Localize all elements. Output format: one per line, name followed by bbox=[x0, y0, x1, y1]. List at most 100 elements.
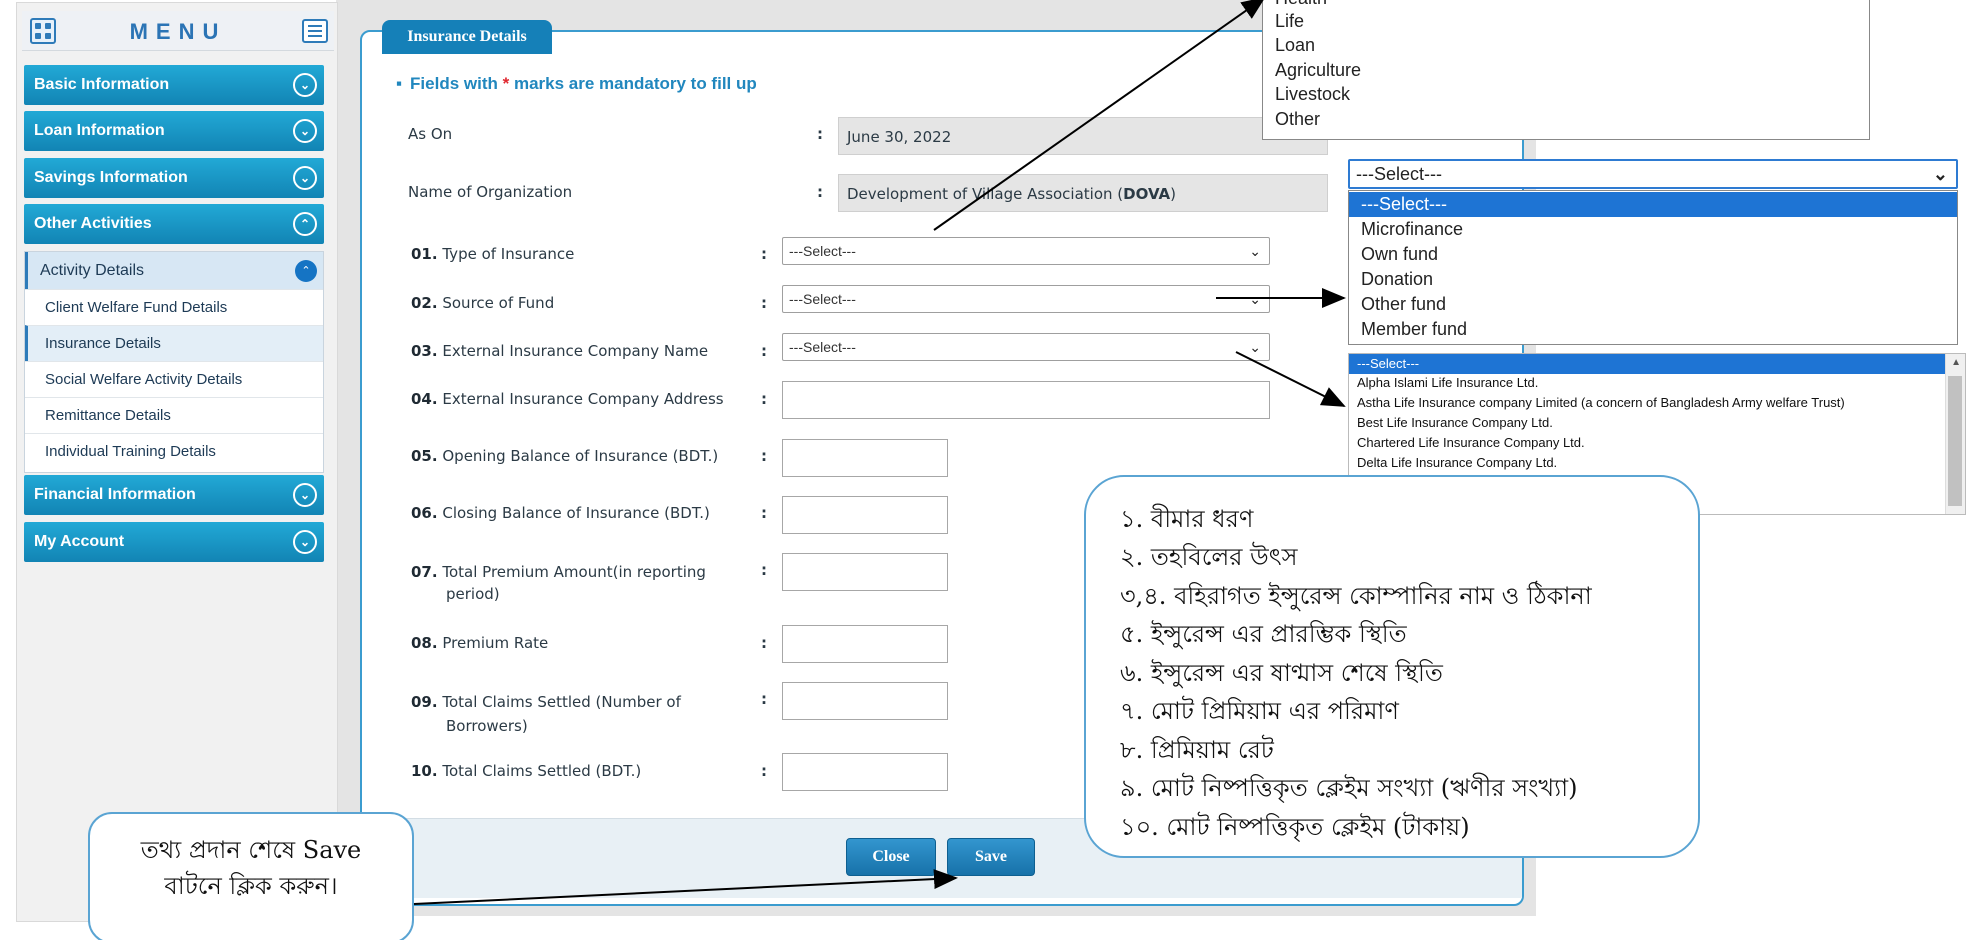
as-on-field: June 30, 2022 bbox=[838, 117, 1328, 155]
sidebar-item-other-activities[interactable]: Other Activities ⌃ bbox=[24, 204, 324, 244]
chevron-down-icon: ⌄ bbox=[293, 483, 317, 507]
dropdown-option[interactable]: Delta Life Insurance Company Ltd. bbox=[1349, 453, 1945, 473]
total-premium-input[interactable] bbox=[782, 553, 948, 591]
chevron-down-icon: ⌄ bbox=[293, 73, 317, 97]
field-label-closing-balance: 06. Closing Balance of Insurance (BDT.) bbox=[411, 504, 710, 522]
submenu-item-individual-training[interactable]: Individual Training Details bbox=[25, 433, 323, 469]
dropdown-option[interactable]: Life bbox=[1275, 11, 1304, 32]
panel-title-tab: Insurance Details bbox=[382, 20, 552, 54]
dropdown-option[interactable]: Astha Life Insurance company Limited (a … bbox=[1349, 393, 1945, 413]
claims-bdt-input[interactable] bbox=[782, 753, 948, 791]
source-of-fund-select[interactable]: ---Select--- ⌄ bbox=[782, 285, 1270, 313]
sidebar-item-label: Loan Information bbox=[34, 122, 165, 139]
colon: : bbox=[761, 561, 767, 579]
external-company-select[interactable]: ---Select--- ⌄ bbox=[782, 333, 1270, 361]
source-fund-select-expanded[interactable]: ---Select--- ⌄ bbox=[1348, 159, 1958, 189]
close-button[interactable]: Close bbox=[846, 838, 936, 876]
scrollbar-thumb[interactable] bbox=[1948, 376, 1962, 506]
submenu-header-label: Activity Details bbox=[40, 262, 145, 279]
dropdown-option[interactable]: Health bbox=[1275, 0, 1327, 9]
sidebar-item-financial-information[interactable]: Financial Information ⌄ bbox=[24, 475, 324, 515]
premium-rate-input[interactable] bbox=[782, 625, 948, 663]
org-name-prefix: Development of Village Association ( bbox=[847, 185, 1124, 203]
submenu-item-social-welfare[interactable]: Social Welfare Activity Details bbox=[25, 361, 323, 397]
colon: : bbox=[761, 342, 767, 360]
legend-line: ৯. মোট নিষ্পত্তিকৃত ক্লেইম সংখ্যা (ঋণীর … bbox=[1120, 774, 1578, 802]
submenu-activity-details: Activity Details ⌃ Client Welfare Fund D… bbox=[24, 251, 324, 473]
sidebar-item-label: My Account bbox=[34, 533, 125, 550]
bullet-icon: ▪ bbox=[396, 74, 403, 93]
hamburger-menu-icon[interactable] bbox=[302, 19, 328, 43]
required-star: * bbox=[502, 74, 510, 93]
opening-balance-input[interactable] bbox=[782, 439, 948, 477]
chevron-up-icon: ⌃ bbox=[293, 212, 317, 236]
colon: : bbox=[761, 390, 767, 408]
callout-line: তথ্য প্রদান শেষে Save bbox=[140, 836, 362, 864]
chevron-up-icon: ⌃ bbox=[295, 260, 317, 282]
colon: : bbox=[761, 245, 767, 263]
legend-line: ১০. মোট নিষ্পত্তিকৃত ক্লেইম (টাকায়) bbox=[1120, 813, 1470, 841]
dropdown-option[interactable]: Chartered Life Insurance Company Ltd. bbox=[1349, 433, 1945, 453]
colon: : bbox=[761, 294, 767, 312]
field-label-source-of-fund: 02. Source of Fund bbox=[411, 294, 555, 312]
mandatory-prefix: Fields with bbox=[410, 74, 498, 93]
submenu-header[interactable]: Activity Details ⌃ bbox=[25, 252, 323, 289]
legend-line: ১. বীমার ধরণ bbox=[1120, 505, 1254, 533]
sidebar-item-loan-information[interactable]: Loan Information ⌄ bbox=[24, 111, 324, 151]
org-name-field: Development of Village Association (DOVA… bbox=[838, 174, 1328, 212]
org-name-suffix: ) bbox=[1170, 185, 1177, 203]
sidebar-item-savings-information[interactable]: Savings Information ⌄ bbox=[24, 158, 324, 198]
mandatory-suffix: marks are mandatory to fill up bbox=[513, 74, 757, 93]
submenu-item-insurance-details[interactable]: Insurance Details bbox=[25, 325, 323, 361]
scrollbar[interactable]: ▲ bbox=[1945, 354, 1965, 514]
dropdown-option[interactable]: Best Life Insurance Company Ltd. bbox=[1349, 413, 1945, 433]
dropdown-option[interactable]: Member fund bbox=[1349, 317, 1957, 342]
colon: : bbox=[761, 690, 767, 708]
legend-line: ৮. প্রিমিয়াম রেট bbox=[1120, 736, 1274, 764]
save-instruction-callout: তথ্য প্রদান শেষে Save বাটনে ক্লিক করুন। bbox=[88, 812, 414, 940]
org-name-abbr: DOVA bbox=[1123, 185, 1171, 203]
insurance-type-dropdown-list: Health Life Loan Agriculture Livestock O… bbox=[1262, 0, 1870, 140]
sidebar-item-basic-information[interactable]: Basic Information ⌄ bbox=[24, 65, 324, 105]
menu-title: MENU bbox=[129, 19, 227, 44]
dropdown-option[interactable]: ---Select--- bbox=[1349, 192, 1957, 217]
chevron-down-icon: ⌄ bbox=[293, 530, 317, 554]
sidebar-item-label: Other Activities bbox=[34, 215, 152, 232]
dropdown-option[interactable]: Alpha Islami Life Insurance Ltd. bbox=[1349, 373, 1945, 393]
external-company-address-input[interactable] bbox=[782, 381, 1270, 419]
chevron-down-icon: ⌄ bbox=[293, 119, 317, 143]
dropdown-option[interactable]: Microfinance bbox=[1349, 217, 1957, 242]
field-label-external-company-address: 04. External Insurance Company Address bbox=[411, 390, 724, 408]
field-label-claims-bdt: 10. Total Claims Settled (BDT.) bbox=[411, 762, 642, 780]
source-fund-dropdown-list: ---Select--- Microfinance Own fund Donat… bbox=[1348, 190, 1958, 345]
closing-balance-input[interactable] bbox=[782, 496, 948, 534]
dropdown-option[interactable]: Other bbox=[1275, 109, 1320, 130]
dropdown-option[interactable]: Livestock bbox=[1275, 84, 1350, 105]
dropdown-option[interactable]: Agriculture bbox=[1275, 60, 1361, 81]
dropdown-option[interactable]: Other fund bbox=[1349, 292, 1957, 317]
legend-line: ৭. মোট প্রিমিয়াম এর পরিমাণ bbox=[1120, 697, 1399, 725]
legend-line: ৬. ইন্সুরেন্স এর ষাণ্মাস শেষে স্থিতি bbox=[1120, 659, 1443, 687]
submenu-item-remittance[interactable]: Remittance Details bbox=[25, 397, 323, 433]
sidebar-item-my-account[interactable]: My Account ⌄ bbox=[24, 522, 324, 562]
colon: : bbox=[761, 447, 767, 465]
save-button[interactable]: Save bbox=[947, 838, 1035, 876]
sidebar-item-label: Basic Information bbox=[34, 76, 170, 93]
legend-line: ৩,৪. বহিরাগত ইন্সুরেন্স কোম্পানির নাম ও … bbox=[1120, 582, 1592, 610]
sidebar-item-label: Financial Information bbox=[34, 486, 196, 503]
field-label-opening-balance: 05. Opening Balance of Insurance (BDT.) bbox=[411, 447, 719, 465]
callout-line: বাটনে ক্লিক করুন। bbox=[164, 872, 338, 900]
dropdown-option[interactable]: Own fund bbox=[1349, 242, 1957, 267]
legend-line: ২. তহবিলের উৎস bbox=[1120, 543, 1298, 571]
colon: : bbox=[817, 125, 823, 143]
submenu-item-client-welfare[interactable]: Client Welfare Fund Details bbox=[25, 289, 323, 325]
mandatory-note: ▪ Fields with * marks are mandatory to fi… bbox=[396, 74, 757, 94]
type-of-insurance-select[interactable]: ---Select--- ⌄ bbox=[782, 237, 1270, 265]
claims-number-input[interactable] bbox=[782, 682, 948, 720]
menu-header: MENU bbox=[22, 11, 334, 51]
scroll-up-arrow-icon[interactable]: ▲ bbox=[1951, 357, 1961, 368]
dropdown-option[interactable]: Loan bbox=[1275, 35, 1315, 56]
chevron-down-icon: ⌄ bbox=[1932, 164, 1948, 184]
dropdown-option[interactable]: ---Select--- bbox=[1349, 354, 1945, 374]
dropdown-option[interactable]: Donation bbox=[1349, 267, 1957, 292]
